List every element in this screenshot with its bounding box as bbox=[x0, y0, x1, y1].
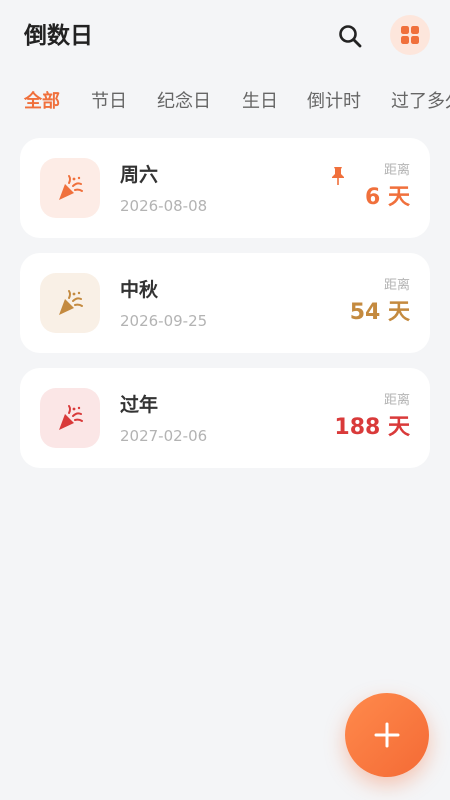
event-card-mid-autumn[interactable]: 中秋 2026-09-25 距离 54 天 bbox=[20, 253, 430, 353]
plus-icon bbox=[374, 722, 400, 748]
party-popper-icon bbox=[59, 290, 83, 315]
tab-anniversary[interactable]: 纪念日 bbox=[157, 90, 211, 114]
grid-view-button[interactable] bbox=[390, 15, 430, 55]
event-icon-box bbox=[40, 388, 100, 448]
distance-label: 距离 bbox=[383, 393, 410, 408]
event-name: 周六 bbox=[120, 164, 159, 186]
days-count: 188 天 bbox=[334, 415, 410, 440]
tab-elapsed[interactable]: 过了多久 bbox=[391, 90, 450, 114]
page-title: 倒数日 bbox=[24, 23, 93, 49]
event-date: 2027-02-06 bbox=[120, 427, 208, 445]
tab-festival[interactable]: 节日 bbox=[91, 90, 127, 114]
party-popper-icon bbox=[59, 405, 83, 430]
days-count: 6 天 bbox=[365, 185, 410, 210]
event-card-new-year[interactable]: 过年 2027-02-06 距离 188 天 bbox=[20, 368, 430, 468]
event-name: 中秋 bbox=[120, 279, 159, 301]
search-icon bbox=[339, 25, 362, 48]
search-button[interactable] bbox=[332, 18, 368, 54]
tab-all[interactable]: 全部 bbox=[24, 90, 60, 114]
add-event-button[interactable] bbox=[345, 693, 429, 777]
event-icon-box bbox=[40, 273, 100, 333]
app-header: 倒数日 bbox=[0, 0, 450, 72]
event-icon-box bbox=[40, 158, 100, 218]
grid-icon bbox=[401, 26, 419, 44]
party-popper-icon bbox=[59, 175, 83, 200]
days-count: 54 天 bbox=[349, 300, 410, 325]
event-card-saturday[interactable]: 周六 2026-08-08 距离 6 天 bbox=[20, 138, 430, 238]
event-name: 过年 bbox=[120, 394, 159, 416]
category-tabs: 全部 节日 纪念日 生日 倒计时 过了多久 bbox=[0, 82, 450, 122]
distance-label: 距离 bbox=[383, 163, 410, 178]
pin-icon bbox=[332, 167, 344, 185]
distance-label: 距离 bbox=[383, 278, 410, 293]
tab-birthday[interactable]: 生日 bbox=[242, 90, 278, 114]
tab-countdown[interactable]: 倒计时 bbox=[307, 90, 361, 114]
event-date: 2026-08-08 bbox=[120, 197, 208, 215]
event-date: 2026-09-25 bbox=[120, 312, 208, 330]
